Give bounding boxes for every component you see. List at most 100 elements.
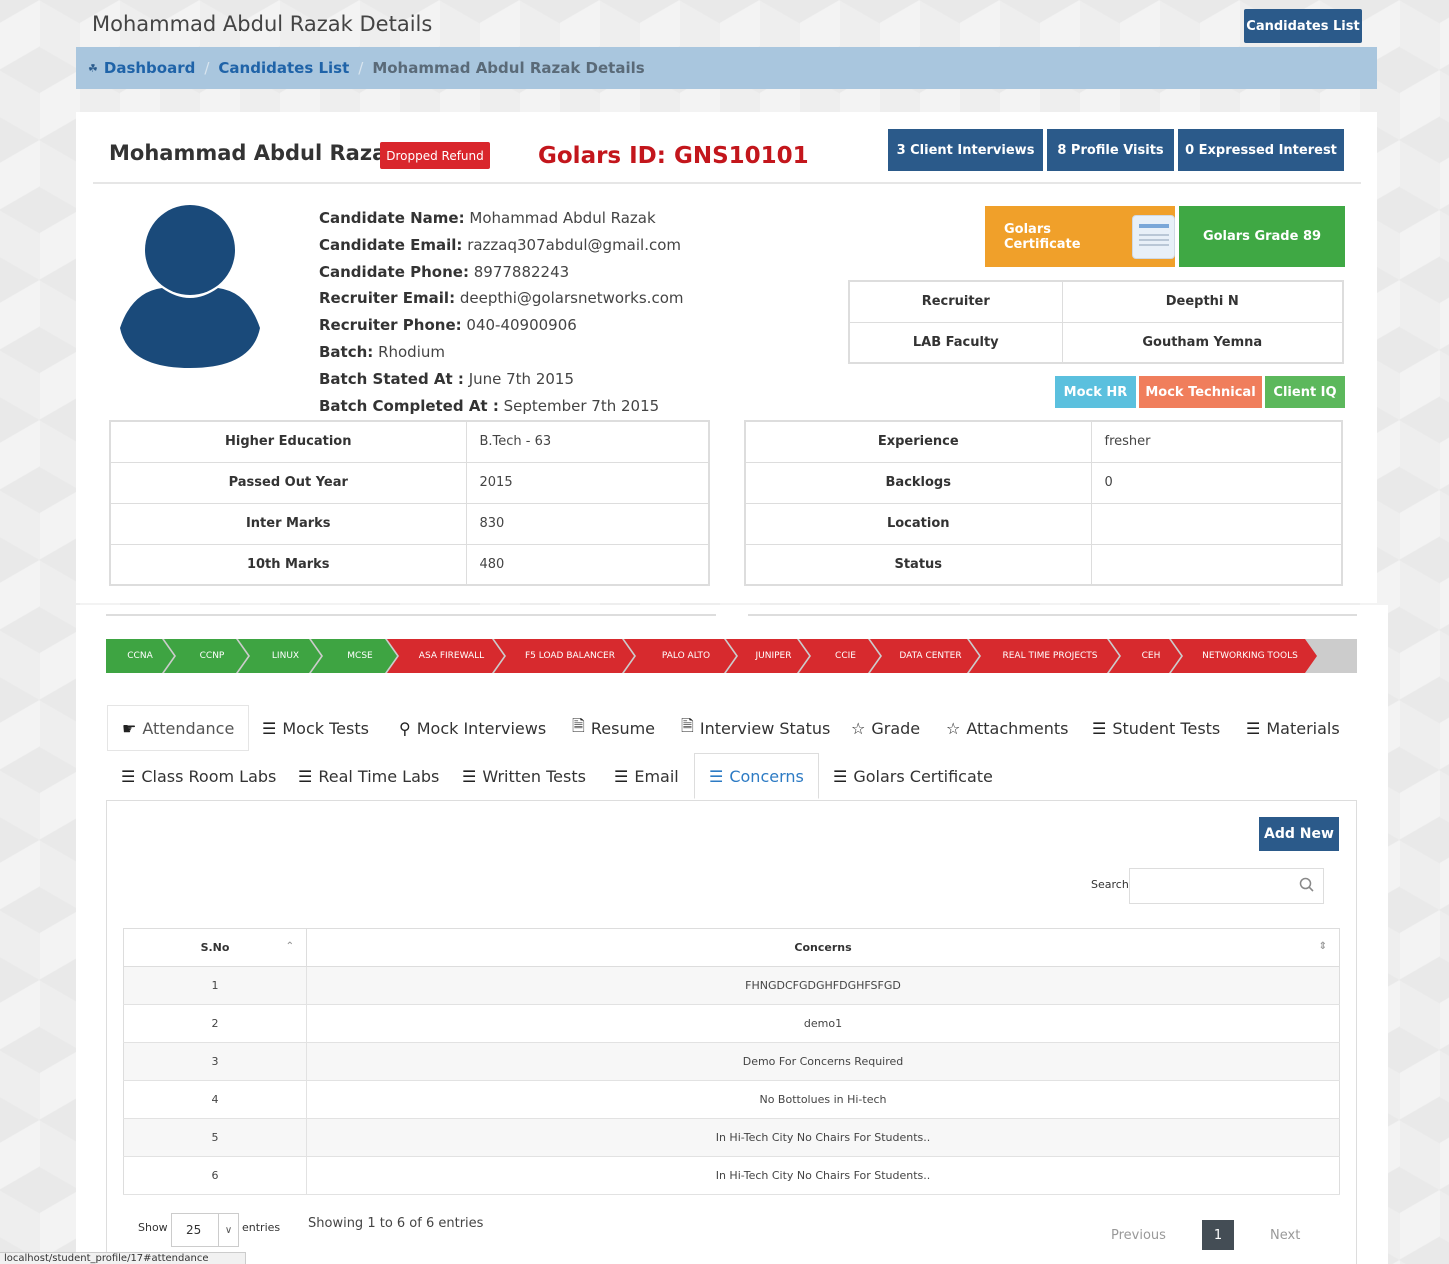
table-row: Experience fresher (745, 421, 1342, 463)
pagination-previous[interactable]: Previous (1111, 1228, 1166, 1243)
tab-label: Student Tests (1112, 718, 1221, 738)
client-interviews-button[interactable]: 3 Client Interviews (888, 129, 1043, 171)
breadcrumb-separator: / (358, 59, 364, 77)
cell-concern: No Bottolues in Hi-tech (306, 1080, 1340, 1119)
status-bar-url: localhost/student_profile/17#attendance (0, 1252, 246, 1264)
cell-concern: demo1 (306, 1004, 1340, 1043)
tab-concerns[interactable]: ☰ Concerns (694, 753, 819, 799)
expressed-interest-button[interactable]: 0 Expressed Interest (1178, 129, 1344, 171)
tab-grade[interactable]: ☆ Grade (837, 705, 934, 751)
divider (748, 614, 1357, 616)
tab-mock-tests[interactable]: ☰ Mock Tests (248, 705, 383, 751)
staff-value: Goutham Yemna (1142, 334, 1263, 350)
column-header-sno[interactable]: S.No ⌃ (123, 928, 307, 967)
course-step: NETWORKING TOOLS (1171, 639, 1317, 673)
certificate-label: Golars Certificate (1004, 221, 1081, 252)
list-icon: ☰ (298, 766, 313, 786)
detail-value: Rhodium (378, 342, 445, 361)
tab-label: Email (634, 766, 679, 786)
table-row: Status (745, 544, 1342, 585)
detail-row: Batch Stated At : June 7th 2015 (319, 366, 684, 393)
tab-label: Interview Status (699, 718, 831, 738)
tab-label: Materials (1266, 718, 1340, 738)
mock-hr-button[interactable]: Mock HR (1055, 376, 1136, 408)
concerns-table: S.No ⌃ Concerns ⇕ 1 FHNGDCFGDGHFDGHFSFGD 2 de… (123, 928, 1340, 1195)
detail-value: deepthi@golarsnetworks.com (459, 289, 684, 308)
course-step: DATA CENTER (870, 639, 979, 673)
list-icon: ☰ (833, 766, 848, 786)
cell-sno: 5 (123, 1118, 307, 1157)
table-row: 1 FHNGDCFGDGHFDGHFSFGD (123, 966, 1340, 1005)
table-row: 5 In Hi-Tech City No Chairs For Students.… (123, 1118, 1340, 1157)
experience-label: Backlogs (745, 462, 1092, 504)
tab-email[interactable]: ☰ Email (600, 753, 693, 799)
column-header-concerns[interactable]: Concerns ⇕ (306, 928, 1340, 967)
table-row: 4 No Bottolues in Hi-tech (123, 1080, 1340, 1119)
course-step: PALO ALTO (624, 639, 736, 673)
candidates-list-button[interactable]: Candidates List (1244, 9, 1362, 43)
pagination-page-1[interactable]: 1 (1202, 1220, 1234, 1250)
profile-visits-button[interactable]: 8 Profile Visits (1047, 129, 1174, 171)
education-value: 480 (479, 556, 505, 572)
client-iq-button[interactable]: Client IQ (1265, 376, 1345, 408)
education-value: 2015 (466, 462, 709, 504)
education-value: 830 (466, 503, 709, 545)
table-row: LAB Faculty Goutham Yemna (849, 322, 1343, 363)
detail-label: Candidate Name: (319, 209, 465, 227)
pagination-next[interactable]: Next (1270, 1228, 1300, 1243)
entries-label: entries (242, 1221, 281, 1234)
staff-label: Recruiter (849, 281, 1063, 323)
course-step: CCNA (106, 639, 174, 673)
table-row: 10th Marks 480 (110, 544, 709, 585)
add-new-button[interactable]: Add New (1259, 817, 1339, 851)
tab-mock-interviews[interactable]: ⚲ Mock Interviews (385, 705, 560, 751)
avatar (112, 200, 268, 370)
tab-golars-certificate[interactable]: ☰ Golars Certificate (819, 753, 1007, 799)
staff-table: Recruiter Deepthi N LAB Faculty Goutham … (848, 280, 1344, 364)
golars-grade-button[interactable]: Golars Grade 89 (1179, 206, 1345, 267)
search-input[interactable] (1129, 868, 1324, 904)
course-step: MCSE (311, 639, 397, 673)
sort-asc-icon: ⌃ (285, 941, 294, 952)
table-row: Higher Education B.Tech - 63 (110, 421, 709, 463)
tab-resume[interactable]: 🗎 Resume (558, 705, 669, 751)
tab-label: Concerns (729, 766, 804, 786)
golars-certificate-button[interactable]: Golars Certificate (985, 206, 1175, 267)
golars-id: Golars ID: GNS10101 (538, 143, 809, 169)
detail-label: Batch Stated At : (319, 369, 464, 388)
candidate-details: Candidate Name: Mohammad Abdul Razak Cand… (319, 205, 684, 419)
experience-value (1091, 503, 1342, 545)
table-row: 2 demo1 (123, 1004, 1340, 1043)
detail-label: Candidate Email: (319, 235, 463, 254)
tab-attendance[interactable]: ☛ Attendance (107, 705, 250, 751)
experience-label: Status (745, 544, 1092, 585)
tab-written-tests[interactable]: ☰ Written Tests (448, 753, 600, 799)
tab-student-tests[interactable]: ☰ Student Tests (1078, 705, 1234, 751)
page-size-select[interactable]: 25 ∨ (171, 1213, 239, 1247)
table-row: Backlogs 0 (745, 462, 1342, 504)
table-row: Recruiter Deepthi N (849, 281, 1343, 323)
column-header-label: Concerns (794, 941, 852, 954)
tab-label: Mock Tests (282, 718, 369, 738)
education-label: 10th Marks (110, 544, 467, 585)
experience-value (1091, 544, 1342, 585)
breadcrumb-current: Mohammad Abdul Razak Details (372, 59, 645, 77)
experience-label: Location (745, 503, 1092, 545)
course-step: LINUX (238, 639, 321, 673)
tab-attachments[interactable]: ☆ Attachments (932, 705, 1082, 751)
tab-class-room-labs[interactable]: ☰ Class Room Labs (107, 753, 290, 799)
cell-concern: In Hi-Tech City No Chairs For Students.. (306, 1118, 1340, 1157)
course-step: REAL TIME PROJECTS (969, 639, 1119, 673)
detail-label: Batch: (319, 342, 374, 361)
mock-technical-button[interactable]: Mock Technical (1139, 376, 1262, 408)
breadcrumb-candidates-list[interactable]: Candidates List (218, 59, 349, 77)
education-table: Higher Education B.Tech - 63 Passed Out Ye… (109, 420, 710, 586)
tab-real-time-labs[interactable]: ☰ Real Time Labs (284, 753, 453, 799)
cell-sno: 2 (123, 1004, 307, 1043)
cell-sno: 4 (123, 1080, 307, 1119)
breadcrumb-dashboard[interactable]: Dashboard (104, 59, 195, 77)
tab-materials[interactable]: ☰ Materials (1232, 705, 1354, 751)
detail-label: Candidate Phone: (319, 262, 469, 281)
tab-interview-status[interactable]: 🗎 Interview Status (667, 705, 844, 751)
list-icon: ☰ (709, 766, 724, 786)
